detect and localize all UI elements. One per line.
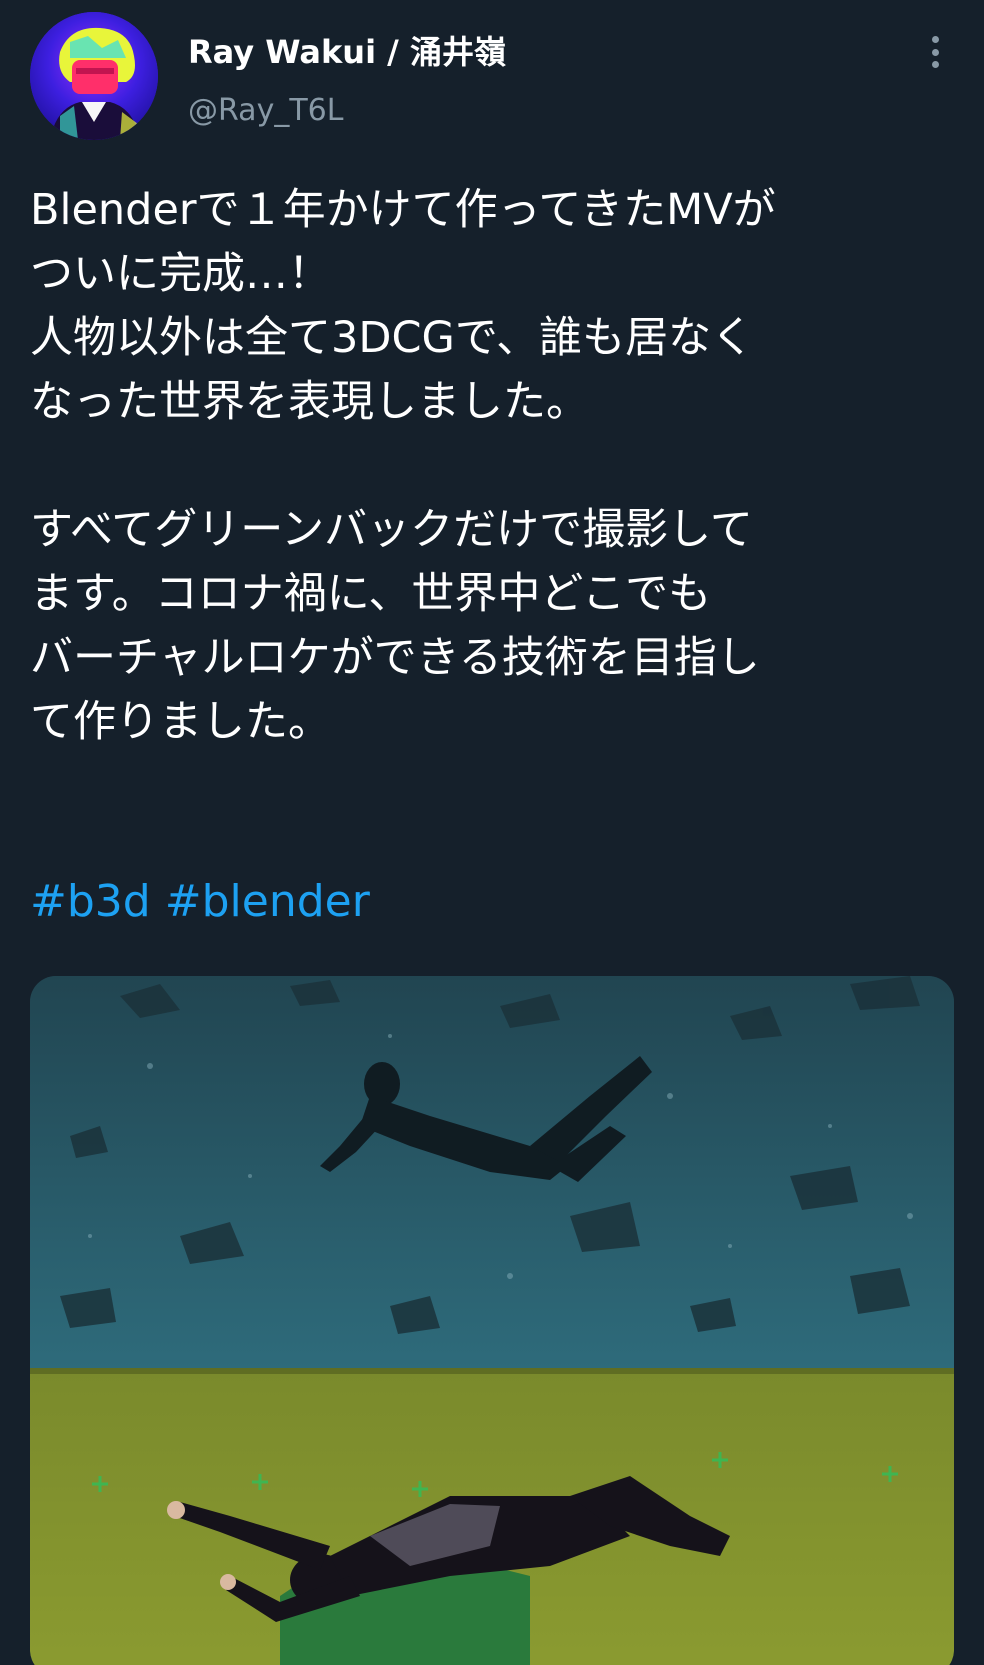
tweet-line: て作りました。 bbox=[30, 697, 331, 747]
tweet-text: Blenderで１年かけて作ってきたMVが ついに完成…！ 人物以外は全て3DC… bbox=[30, 178, 950, 754]
author-handle[interactable]: @Ray_T6L bbox=[188, 93, 343, 128]
avatar-image bbox=[30, 12, 158, 140]
paragraph-break bbox=[30, 434, 950, 498]
tweet-line: Blenderで１年かけて作ってきたMVが bbox=[30, 185, 776, 235]
tweet-line: すべてグリーンバックだけで撮影して bbox=[30, 505, 753, 555]
tweet-media[interactable] bbox=[30, 976, 954, 1665]
hashtag-b3d[interactable]: #b3d bbox=[30, 876, 151, 927]
more-dot bbox=[931, 61, 939, 68]
tweet-header: Ray Wakui / 涌井嶺 @Ray_T6L bbox=[0, 0, 984, 160]
more-dot bbox=[931, 36, 939, 43]
media-image bbox=[30, 976, 954, 1665]
avatar[interactable] bbox=[30, 12, 158, 140]
more-vertical-icon[interactable] bbox=[918, 30, 952, 74]
more-dot bbox=[931, 48, 939, 56]
hashtags: #b3d #blender bbox=[30, 870, 370, 934]
tweet-line: なった世界を表現しました。 bbox=[30, 377, 589, 427]
tweet-line: ます。コロナ禍に、世界中どこでも bbox=[30, 569, 712, 619]
tweet-line: 人物以外は全て3DCGで、誰も居なく bbox=[30, 313, 755, 363]
author-name[interactable]: Ray Wakui / 涌井嶺 bbox=[188, 27, 506, 73]
tweet-line: ついに完成…！ bbox=[30, 249, 331, 299]
tweet-line: バーチャルロケができる技術を目指し bbox=[30, 633, 760, 683]
hashtag-blender[interactable]: #blender bbox=[165, 876, 370, 927]
